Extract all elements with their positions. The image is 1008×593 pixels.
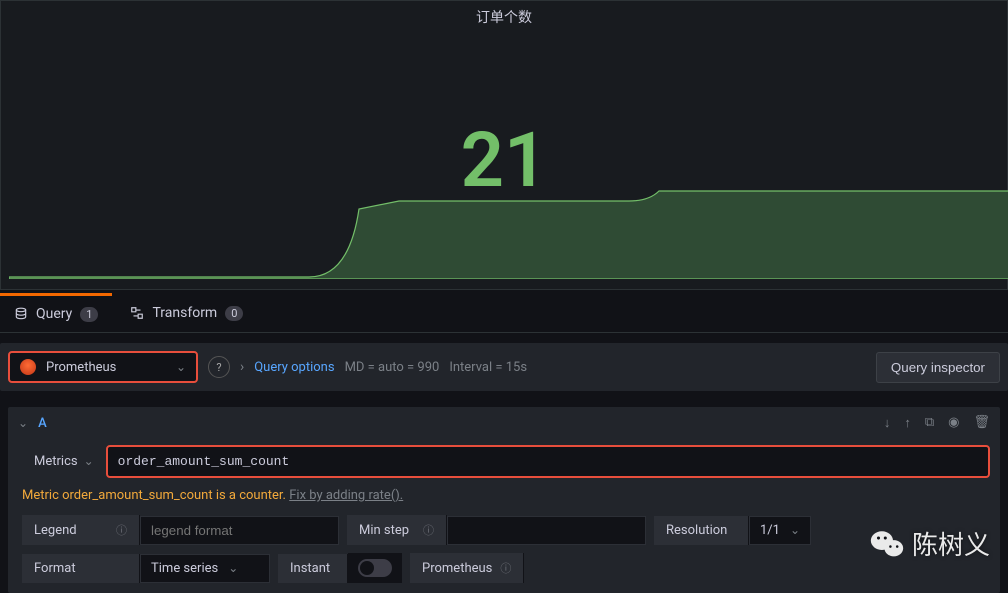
query-options-md: MD = auto = 990 xyxy=(345,360,440,375)
panel-title: 订单个数 xyxy=(1,7,1007,27)
format-select[interactable]: Time series xyxy=(140,554,270,583)
info-icon[interactable]: ⓘ xyxy=(500,560,511,576)
resolution-select[interactable]: 1/1 xyxy=(749,516,811,545)
tabs-row: Query 1 Transform 0 xyxy=(0,294,1008,333)
prometheus-icon xyxy=(20,359,36,375)
tab-transform-count: 0 xyxy=(225,306,243,321)
legend-row: Legend ⓘ Min step ⓘ Resolution 1/1 xyxy=(8,511,1000,549)
prometheus-label-text: Prometheus xyxy=(422,561,492,576)
warning-text: Metric order_amount_sum_count is a count… xyxy=(22,488,286,503)
metric-query-input[interactable] xyxy=(106,445,990,478)
tab-transform-label: Transform xyxy=(152,305,217,321)
move-down-icon[interactable]: ↓ xyxy=(884,415,891,431)
instant-toggle[interactable] xyxy=(358,559,392,577)
format-value: Time series xyxy=(151,561,218,576)
panel-visualization: 订单个数 21 xyxy=(0,0,1008,290)
resolution-label: Resolution xyxy=(654,516,749,545)
format-label: Format xyxy=(22,554,140,583)
tab-query[interactable]: Query 1 xyxy=(0,293,112,332)
metrics-row: Metrics xyxy=(8,439,1000,486)
tab-transform[interactable]: Transform 0 xyxy=(116,295,257,331)
datasource-picker[interactable]: Prometheus xyxy=(8,351,198,383)
datasource-name: Prometheus xyxy=(46,360,116,375)
info-icon[interactable]: ⓘ xyxy=(423,522,434,538)
prometheus-label: Prometheus ⓘ xyxy=(410,553,524,583)
format-label-text: Format xyxy=(34,561,76,576)
resolution-label-text: Resolution xyxy=(666,523,727,538)
query-actions: ↓ ↑ ⧉ ◉ 🗑 xyxy=(884,415,990,431)
metrics-label[interactable]: Metrics xyxy=(34,454,94,469)
metrics-label-text: Metrics xyxy=(34,454,78,469)
info-icon[interactable]: ⓘ xyxy=(116,522,127,538)
query-header: A ↓ ↑ ⧉ ◉ 🗑 xyxy=(8,407,1000,439)
query-letter: A xyxy=(38,416,47,431)
instant-label: Instant xyxy=(278,554,348,583)
minstep-label-text: Min step xyxy=(359,523,409,538)
chevron-down-icon xyxy=(176,360,186,375)
delete-icon[interactable]: 🗑 xyxy=(973,415,990,431)
transform-icon xyxy=(130,306,144,320)
query-options-interval: Interval = 15s xyxy=(449,360,527,375)
minstep-label: Min step ⓘ xyxy=(347,515,447,545)
datasource-row: Prometheus ? Query options MD = auto = 9… xyxy=(0,343,1008,391)
database-icon xyxy=(14,307,28,321)
warning-fix-link[interactable]: Fix by adding rate(). xyxy=(289,488,403,503)
chevron-down-icon xyxy=(84,454,94,469)
counter-warning: Metric order_amount_sum_count is a count… xyxy=(8,486,1000,511)
collapse-icon[interactable] xyxy=(18,416,28,431)
query-options-link[interactable]: Query options xyxy=(254,360,334,375)
format-row: Format Time series Instant Prometheus ⓘ xyxy=(8,549,1000,593)
tab-query-count: 1 xyxy=(80,307,98,322)
query-item: A ↓ ↑ ⧉ ◉ 🗑 Metrics Metric order_amount_… xyxy=(8,407,1000,593)
duplicate-icon[interactable]: ⧉ xyxy=(925,415,934,431)
chevron-down-icon xyxy=(790,523,800,538)
legend-label-text: Legend xyxy=(34,523,77,538)
resolution-value: 1/1 xyxy=(760,523,780,538)
toggle-visibility-icon[interactable]: ◉ xyxy=(948,415,959,431)
instant-label-text: Instant xyxy=(290,561,330,576)
chevron-right-icon[interactable] xyxy=(240,359,244,375)
move-up-icon[interactable]: ↑ xyxy=(904,415,911,431)
minstep-input[interactable] xyxy=(447,516,646,545)
legend-label: Legend ⓘ xyxy=(22,515,140,545)
help-icon[interactable]: ? xyxy=(208,356,230,378)
chevron-down-icon xyxy=(228,561,238,576)
query-inspector-button[interactable]: Query inspector xyxy=(876,352,1000,383)
legend-input[interactable] xyxy=(140,516,339,545)
panel-big-value: 21 xyxy=(461,115,548,205)
tab-query-label: Query xyxy=(36,306,72,322)
